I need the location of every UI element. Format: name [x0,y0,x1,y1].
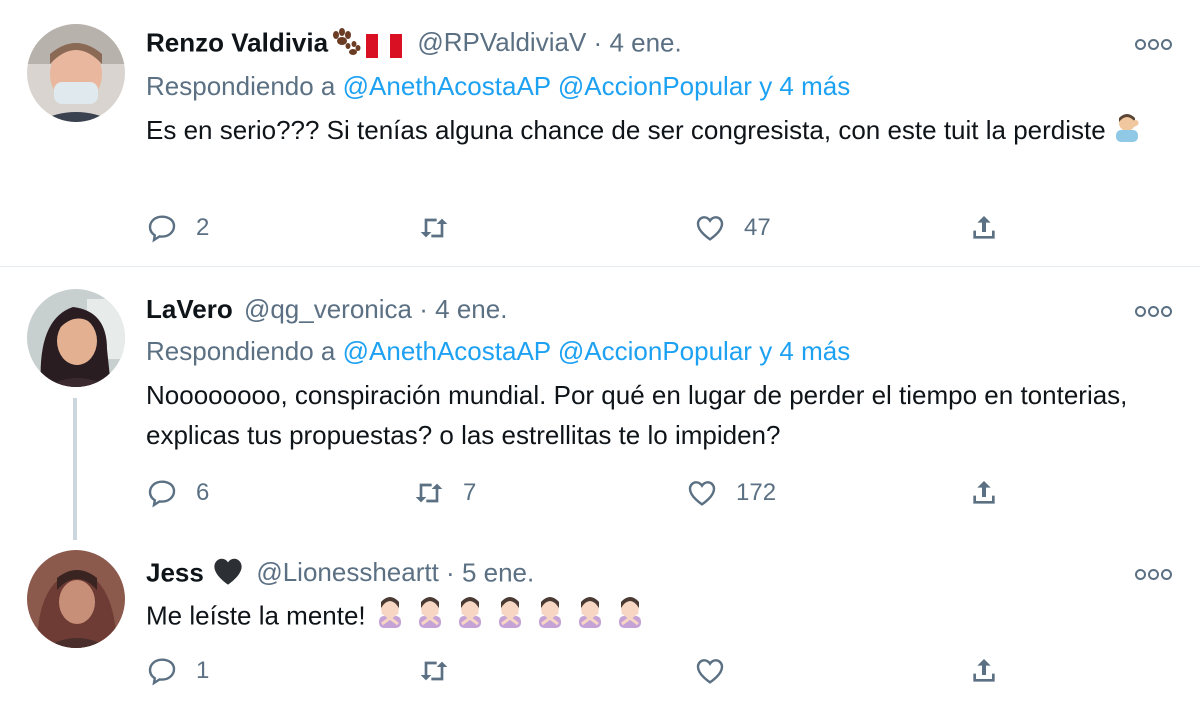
peru-flag-icon [366,33,403,58]
mention-accionpopular[interactable]: @AccionPopular [558,71,752,101]
retweet-count: 7 [463,479,477,506]
separator: · [446,557,455,588]
avatar[interactable] [27,550,125,648]
black-heart-icon [211,556,245,593]
mention-more[interactable]: y 4 más [759,71,850,101]
share-button[interactable] [968,212,1018,244]
thread-connector-line [73,398,77,540]
reply-count: 2 [196,214,210,241]
separator: · [419,294,428,324]
reply-icon [148,215,176,243]
retweet-icon [415,483,443,503]
more-options-icon[interactable] [1133,34,1172,55]
author-handle[interactable]: @Lionessheartt [256,557,439,587]
woman-gesturing-no-emoji [373,594,653,641]
share-icon [973,481,995,504]
reply-button[interactable]: 6 [146,477,209,509]
like-button[interactable]: 47 [694,212,771,244]
tweet-text: Me leíste la mente! [146,594,1176,641]
mention-aneth[interactable]: @AnethAcostaAP [343,336,551,366]
like-count: 47 [744,214,771,241]
replying-to: Respondiendo a @AnethAcostaAP @AccionPop… [146,335,850,367]
retweet-icon [420,661,448,681]
heart-icon [696,216,724,241]
paw-prints-icon [328,26,362,63]
reply-icon [148,480,176,508]
tweet-date[interactable]: 4 ene. [435,294,507,324]
tweet-text: Noooooooo, conspiración mundial. Por qué… [146,380,1128,450]
heart-icon [688,481,716,506]
mention-aneth[interactable]: @AnethAcostaAP [343,71,551,101]
tweet-text-content: Es en serio??? Si tenías alguna chance d… [146,115,1106,145]
retweet-icon [420,218,448,238]
tweet-jess[interactable]: Jess @Lionessheartt · 5 ene. Me leíste l… [0,540,1200,715]
more-options-icon[interactable] [1133,564,1172,585]
retweet-button[interactable]: 7 [413,477,476,509]
avatar[interactable] [27,289,125,387]
share-button[interactable] [968,477,1018,509]
heart-icon [696,659,724,684]
reply-count: 1 [196,657,210,684]
reply-button[interactable]: 1 [146,655,209,687]
facepalm-emoji [1113,112,1143,153]
author-name[interactable]: Jess [146,557,204,587]
author-handle[interactable]: @RPValdiviaV [417,27,586,57]
retweet-button[interactable] [418,655,468,687]
more-options-icon[interactable] [1133,301,1172,322]
reply-count: 6 [196,479,210,506]
mention-more[interactable]: y 4 más [759,336,850,366]
tweet-text-content: Me leíste la mente! [146,600,366,631]
tweet-text: Es en serio??? Si tenías alguna chance d… [146,110,1176,153]
tweet-date[interactable]: 5 ene. [462,557,534,587]
separator: · [593,27,603,58]
share-icon [973,216,995,239]
retweet-button[interactable] [418,212,468,244]
like-count: 172 [736,479,777,506]
author-name[interactable]: Renzo Valdivia [146,27,328,57]
replying-to-label: Respondiendo a [146,71,336,101]
mention-accionpopular[interactable]: @AccionPopular [558,336,752,366]
like-button[interactable]: 172 [686,477,776,509]
avatar[interactable] [27,24,125,122]
author-handle[interactable]: @qg_veronica [244,294,412,324]
tweet-date[interactable]: 4 ene. [609,27,681,57]
replying-to: Respondiendo a @AnethAcostaAP @AccionPop… [146,70,850,102]
share-button[interactable] [968,655,1018,687]
like-button[interactable] [694,655,744,687]
author-name[interactable]: LaVero [146,294,233,324]
tweet-renzo[interactable]: Renzo Valdivia @RPValdiviaV · 4 ene. Res… [0,0,1200,266]
share-icon [973,659,995,682]
tweet-lavero[interactable]: LaVero @qg_veronica · 4 ene. Respondiend… [0,267,1200,537]
reply-button[interactable]: 2 [146,212,209,244]
replying-to-label: Respondiendo a [146,336,336,366]
reply-icon [148,658,176,686]
